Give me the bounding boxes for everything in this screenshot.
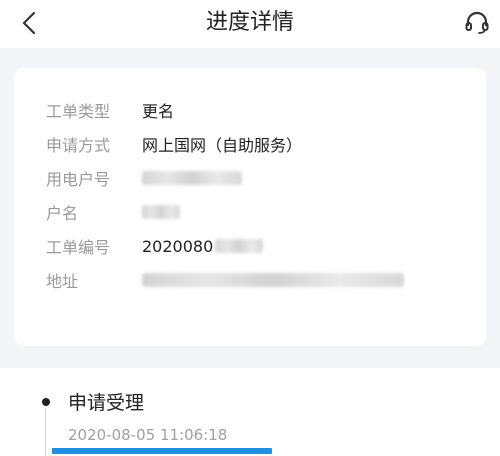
detail-row-account: 用电户号 <box>46 166 242 190</box>
app-header: 进度详情 <box>0 0 500 48</box>
detail-row-type: 工单类型 更名 <box>46 98 174 122</box>
timeline-line <box>45 408 46 456</box>
redacted-text <box>142 273 404 287</box>
detail-row-name: 户名 <box>46 200 180 224</box>
redacted-text <box>142 171 242 185</box>
redacted-text <box>215 239 264 253</box>
step-title: 申请受理 <box>68 392 145 414</box>
detail-value: 更名 <box>142 102 175 121</box>
page-title: 进度详情 <box>205 10 294 35</box>
detail-label: 户名 <box>46 204 79 223</box>
detail-value-redacted <box>142 205 180 219</box>
detail-label: 工单类型 <box>46 102 111 121</box>
detail-label: 用电户号 <box>46 170 111 189</box>
detail-value: 2020080 <box>142 236 264 256</box>
customer-service-button[interactable] <box>462 8 492 38</box>
step-highlight-bar <box>52 448 272 454</box>
redacted-text <box>142 205 180 219</box>
detail-label: 地址 <box>46 272 79 291</box>
order-number-visible: 2020080 <box>142 236 214 256</box>
detail-value-redacted <box>142 171 242 185</box>
detail-row-method: 申请方式 网上国网（自助服务） <box>46 132 302 156</box>
detail-label: 申请方式 <box>46 136 111 155</box>
timeline-dot <box>42 398 50 406</box>
order-detail-card: 工单类型 更名 申请方式 网上国网（自助服务） 用电户号 户名 工单编号 202… <box>14 68 486 346</box>
detail-row-address: 地址 <box>46 268 404 292</box>
step-time: 2020-08-05 11:06:18 <box>68 426 228 444</box>
detail-label: 工单编号 <box>46 238 111 257</box>
detail-row-order-number: 工单编号 2020080 <box>46 234 264 258</box>
detail-value-redacted <box>142 273 404 287</box>
headset-icon <box>465 11 489 34</box>
detail-value: 网上国网（自助服务） <box>142 136 303 155</box>
progress-timeline: 申请受理 2020-08-05 11:06:18 <box>0 368 500 456</box>
